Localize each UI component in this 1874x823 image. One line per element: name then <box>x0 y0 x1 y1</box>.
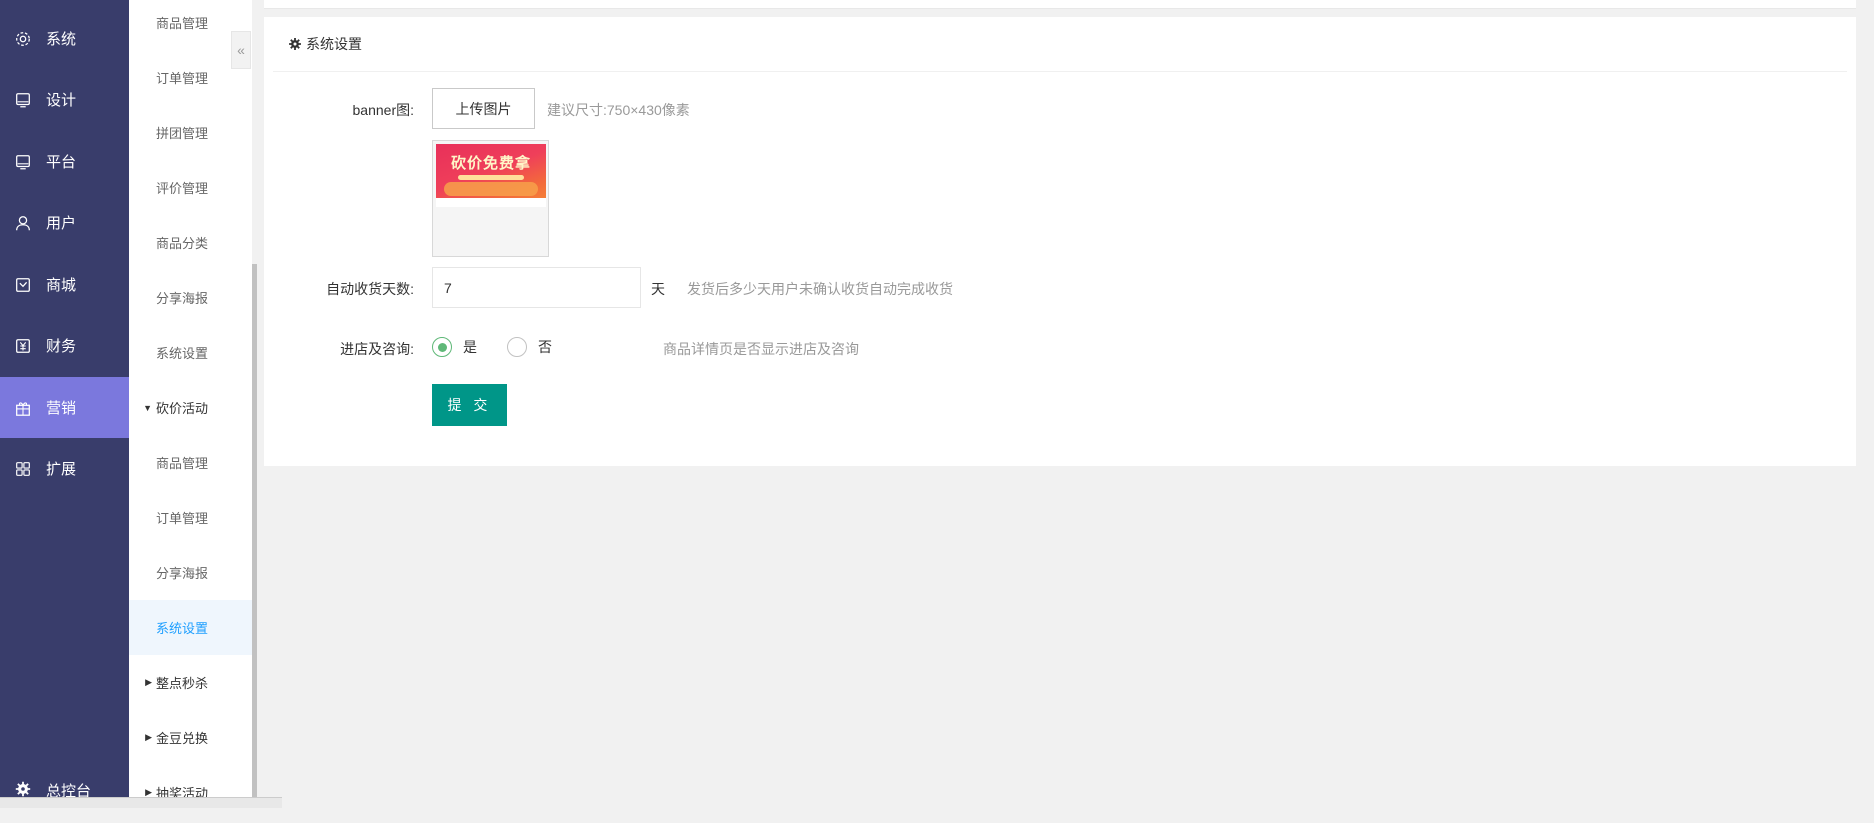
nav-item-platform[interactable]: 平台 <box>0 131 129 192</box>
user-icon <box>0 214 46 232</box>
nav-label: 平台 <box>46 154 77 171</box>
nav-item-system[interactable]: 系统 <box>0 8 129 69</box>
sub-item-label: 商品管理 <box>156 456 209 471</box>
nav-item-design[interactable]: 设计 <box>0 69 129 130</box>
sub-group-bargain[interactable]: ▼ 砍价活动 <box>129 380 252 435</box>
sub-item-label: 系统设置 <box>156 346 209 361</box>
sub-item-label: 拼团管理 <box>156 126 209 141</box>
days-unit: 天 <box>651 281 665 297</box>
sub-item-label: 商品分类 <box>156 236 209 251</box>
sub-item-label: 订单管理 <box>156 71 209 86</box>
settings-card: 系统设置 banner图: 上传图片 建议尺寸:750×430像素 砍价免费拿 … <box>264 17 1856 466</box>
sub-group-label: 砍价活动 <box>156 401 209 416</box>
radio-label: 是 <box>463 339 477 355</box>
gift-icon <box>0 399 46 417</box>
nav-label: 营销 <box>46 400 77 417</box>
sub-item-label: 订单管理 <box>156 511 209 526</box>
banner-thumbnail[interactable]: 砍价免费拿 <box>432 140 549 257</box>
radio-dot <box>437 342 447 352</box>
sub-item-bargain-share-poster[interactable]: 分享海报 <box>129 545 252 600</box>
banner-label: banner图: <box>352 102 414 118</box>
banner-image: 砍价免费拿 <box>436 144 546 207</box>
sub-item-bargain-system-settings[interactable]: 系统设置 <box>129 600 252 655</box>
nav-item-dashboard[interactable]: 总控台 <box>0 759 129 823</box>
sub-item-bargain-order-manage[interactable]: 订单管理 <box>129 490 252 545</box>
radio-no[interactable]: 否 <box>507 337 552 357</box>
sub-item-label: 分享海报 <box>156 291 209 306</box>
gear-outline-icon <box>0 30 46 48</box>
banner-image-title: 砍价免费拿 <box>450 155 531 172</box>
collapse-sidebar-button[interactable]: « <box>231 31 251 69</box>
status-bar <box>0 797 282 808</box>
nav-item-finance[interactable]: 财务 <box>0 315 129 376</box>
gear-icon <box>289 38 301 50</box>
monitor-icon <box>0 153 46 171</box>
radio-circle <box>507 337 527 357</box>
auto-receive-label: 自动收货天数: <box>326 281 414 297</box>
sub-item-label: 商品管理 <box>156 16 209 31</box>
submit-button[interactable]: 提 交 <box>432 384 507 426</box>
sub-item-share-poster[interactable]: 分享海报 <box>129 270 252 325</box>
sub-item-label: 分享海报 <box>156 566 209 581</box>
sub-group-lottery[interactable]: ▶ 抽奖活动 <box>129 765 252 820</box>
auto-receive-hint: 发货后多少天用户未确认收货自动完成收货 <box>687 281 953 297</box>
sub-group-flash-sale[interactable]: ▶ 整点秒杀 <box>129 655 252 710</box>
sub-item-label: 评价管理 <box>156 181 209 196</box>
caret-down-icon: ▼ <box>143 402 152 413</box>
sub-item-system-settings[interactable]: 系统设置 <box>129 325 252 380</box>
shop-consult-label: 进店及咨询: <box>340 341 414 357</box>
sub-group-label: 整点秒杀 <box>156 676 209 691</box>
auto-receive-days-input[interactable] <box>432 267 641 308</box>
sub-group-bean-exchange[interactable]: ▶ 金豆兑换 <box>129 710 252 765</box>
grid-icon <box>0 460 46 478</box>
nav-label: 系统 <box>46 31 77 48</box>
double-chevron-left-icon: « <box>237 42 245 58</box>
sub-group-label: 金豆兑换 <box>156 731 209 746</box>
nav-label: 财务 <box>46 338 77 355</box>
radio-yes[interactable]: 是 <box>432 337 477 357</box>
nav-item-extend[interactable]: 扩展 <box>0 438 129 499</box>
nav-label: 商城 <box>46 277 77 294</box>
banner-image-footer <box>436 198 546 207</box>
gear-icon <box>0 780 46 798</box>
nav-label: 用户 <box>46 215 77 232</box>
sub-item-label: 系统设置 <box>156 621 209 636</box>
shop-consult-hint: 商品详情页是否显示进店及咨询 <box>663 341 859 357</box>
banner-image-strip <box>458 175 524 180</box>
nav-label: 设计 <box>46 92 77 109</box>
monitor-icon <box>0 91 46 109</box>
nav-item-mall[interactable]: 商城 <box>0 254 129 315</box>
nav-item-user[interactable]: 用户 <box>0 192 129 253</box>
caret-right-icon: ▶ <box>145 732 152 742</box>
card-title: 系统设置 <box>306 36 362 52</box>
left-nav: 系统 设计 平台 用户 商城 财务 营销 扩展 总控台 <box>0 0 129 807</box>
nav-item-marketing[interactable]: 营销 <box>0 377 129 438</box>
sub-item-group-manage[interactable]: 拼团管理 <box>129 105 252 160</box>
shop-icon <box>0 276 46 294</box>
finance-icon <box>0 337 46 355</box>
radio-circle <box>432 337 452 357</box>
upload-image-button[interactable]: 上传图片 <box>432 88 535 129</box>
nav-label: 扩展 <box>46 461 77 478</box>
sub-nav: 商品管理 订单管理 拼团管理 评价管理 商品分类 分享海报 系统设置 ▼ 砍价活动… <box>129 0 252 807</box>
caret-right-icon: ▶ <box>145 677 152 687</box>
sub-item-bargain-product-manage[interactable]: 商品管理 <box>129 435 252 490</box>
radio-label: 否 <box>538 339 552 355</box>
sub-item-product-category[interactable]: 商品分类 <box>129 215 252 270</box>
card-header: 系统设置 <box>273 17 1847 72</box>
banner-image-decoration <box>444 182 538 196</box>
banner-size-hint: 建议尺寸:750×430像素 <box>547 102 690 118</box>
sub-nav-scrollbar[interactable] <box>252 264 257 807</box>
sub-item-review-manage[interactable]: 评价管理 <box>129 160 252 215</box>
top-bar <box>264 0 1856 9</box>
